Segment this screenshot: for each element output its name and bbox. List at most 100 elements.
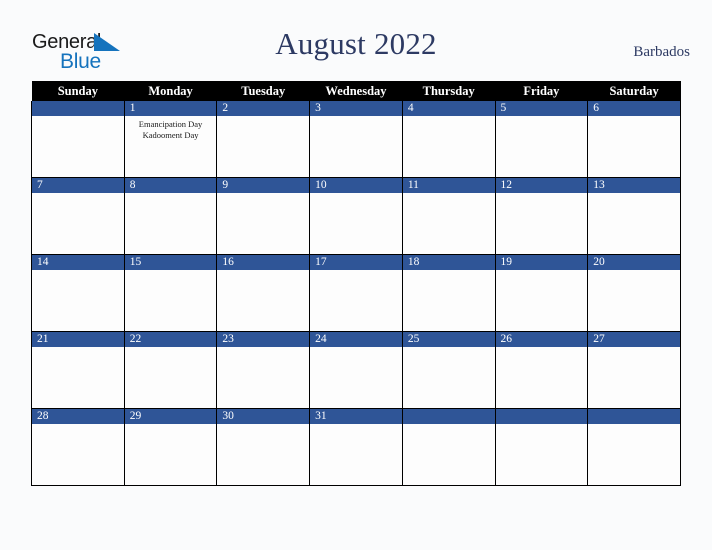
day-events xyxy=(310,270,402,273)
calendar-day-cell-8[interactable]: 8 xyxy=(123,177,218,255)
calendar-day-cell-9[interactable]: 9 xyxy=(216,177,311,255)
calendar-day-cell-29[interactable]: 29 xyxy=(123,408,218,486)
calendar-day-cell-27[interactable]: 27 xyxy=(587,331,681,409)
calendar-day-cell-12[interactable]: 12 xyxy=(494,177,589,255)
calendar-day-cell-3[interactable]: 3 xyxy=(309,101,403,178)
day-events xyxy=(217,193,309,196)
day-number: 15 xyxy=(124,255,217,270)
day-number: 12 xyxy=(495,178,588,193)
day-events xyxy=(32,193,124,196)
day-number: 31 xyxy=(310,409,402,424)
calendar-day-cell-15[interactable]: 15 xyxy=(123,254,218,332)
day-number: 10 xyxy=(310,178,402,193)
day-number: 18 xyxy=(402,255,495,270)
calendar-week-row: 1 Emancipation Day Kadooment Day 2 3 4 5 6 xyxy=(31,101,681,178)
day-number: 30 xyxy=(217,409,310,424)
day-number: 25 xyxy=(402,332,495,347)
calendar-header-row: Sunday Monday Tuesday Wednesday Thursday Frid… xyxy=(31,81,681,101)
day-events xyxy=(403,116,495,119)
calendar-day-cell-22[interactable]: 22 xyxy=(123,331,218,409)
calendar-body: 1 Emancipation Day Kadooment Day 2 3 4 5 6 7 8 9 10… xyxy=(31,101,681,486)
day-events xyxy=(588,424,680,427)
calendar-day-cell-19[interactable]: 19 xyxy=(494,254,589,332)
calendar-week-row: 28 29 30 31 xyxy=(31,408,681,486)
day-events xyxy=(217,116,309,119)
calendar-day-cell-28[interactable]: 28 xyxy=(31,408,125,486)
day-number: 14 xyxy=(32,255,124,270)
day-events xyxy=(403,270,495,273)
day-events xyxy=(496,347,588,350)
calendar-day-cell-13[interactable]: 13 xyxy=(587,177,681,255)
day-number: 27 xyxy=(588,332,680,347)
day-number: 3 xyxy=(310,101,402,116)
calendar-day-cell-16[interactable]: 16 xyxy=(216,254,311,332)
day-number xyxy=(402,409,495,424)
day-events xyxy=(217,424,309,427)
day-events xyxy=(310,193,402,196)
day-number: 23 xyxy=(217,332,310,347)
calendar-day-cell-empty[interactable] xyxy=(494,408,589,486)
calendar-grid: Sunday Monday Tuesday Wednesday Thursday Frid… xyxy=(31,81,681,486)
day-events xyxy=(32,424,124,427)
calendar-day-cell-14[interactable]: 14 xyxy=(31,254,125,332)
day-events xyxy=(125,193,217,196)
weekday-header-thursday: Thursday xyxy=(402,81,496,101)
day-number: 6 xyxy=(588,101,680,116)
calendar-day-cell-31[interactable]: 31 xyxy=(309,408,403,486)
day-number: 13 xyxy=(588,178,680,193)
calendar-day-cell-empty[interactable] xyxy=(587,408,681,486)
day-number: 20 xyxy=(588,255,680,270)
day-number: 26 xyxy=(495,332,588,347)
day-events xyxy=(125,270,217,273)
calendar-day-cell-empty[interactable] xyxy=(401,408,496,486)
calendar-week-row: 14 15 16 17 18 19 20 xyxy=(31,254,681,332)
weekday-header-row: Sunday Monday Tuesday Wednesday Thursday Frid… xyxy=(31,81,681,101)
day-events xyxy=(32,116,124,119)
day-events xyxy=(588,116,680,119)
day-events xyxy=(588,270,680,273)
day-number: 17 xyxy=(310,255,402,270)
calendar-day-cell-5[interactable]: 5 xyxy=(494,101,589,178)
calendar-day-cell-4[interactable]: 4 xyxy=(401,101,496,178)
calendar-day-cell-25[interactable]: 25 xyxy=(401,331,496,409)
weekday-header-saturday: Saturday xyxy=(587,81,681,101)
day-events xyxy=(310,116,402,119)
calendar-day-cell-24[interactable]: 24 xyxy=(309,331,403,409)
day-events xyxy=(32,347,124,350)
calendar-day-cell-17[interactable]: 17 xyxy=(309,254,403,332)
day-number: 19 xyxy=(495,255,588,270)
calendar-day-cell-26[interactable]: 26 xyxy=(494,331,589,409)
calendar-day-cell-2[interactable]: 2 xyxy=(216,101,311,178)
day-number: 5 xyxy=(495,101,588,116)
day-number: 29 xyxy=(124,409,217,424)
calendar-day-cell-10[interactable]: 10 xyxy=(309,177,403,255)
calendar-day-cell-21[interactable]: 21 xyxy=(31,331,125,409)
calendar-day-cell-1[interactable]: 1 Emancipation Day Kadooment Day xyxy=(123,101,218,178)
calendar-week-row: 7 8 9 10 11 12 13 xyxy=(31,177,681,255)
day-events xyxy=(125,347,217,350)
calendar-day-cell-18[interactable]: 18 xyxy=(401,254,496,332)
day-number: 22 xyxy=(124,332,217,347)
calendar-day-cell-6[interactable]: 6 xyxy=(587,101,681,178)
day-events xyxy=(217,270,309,273)
day-number: 9 xyxy=(217,178,310,193)
calendar-day-cell-7[interactable]: 7 xyxy=(31,177,125,255)
day-number: 24 xyxy=(310,332,402,347)
calendar-day-cell-empty[interactable] xyxy=(31,101,125,178)
day-number xyxy=(495,409,588,424)
calendar-week-row: 21 22 23 24 25 26 27 xyxy=(31,331,681,409)
day-events xyxy=(310,347,402,350)
day-events xyxy=(125,424,217,427)
page-header: General Blue August 2022 Barbados xyxy=(0,0,712,80)
day-number: 4 xyxy=(402,101,495,116)
weekday-header-friday: Friday xyxy=(495,81,588,101)
calendar-day-cell-23[interactable]: 23 xyxy=(216,331,311,409)
day-events xyxy=(32,270,124,273)
day-events xyxy=(403,424,495,427)
calendar-day-cell-20[interactable]: 20 xyxy=(587,254,681,332)
day-number: 11 xyxy=(402,178,495,193)
calendar-day-cell-11[interactable]: 11 xyxy=(401,177,496,255)
day-number: 28 xyxy=(32,409,124,424)
calendar-day-cell-30[interactable]: 30 xyxy=(216,408,311,486)
weekday-header-monday: Monday xyxy=(124,81,217,101)
